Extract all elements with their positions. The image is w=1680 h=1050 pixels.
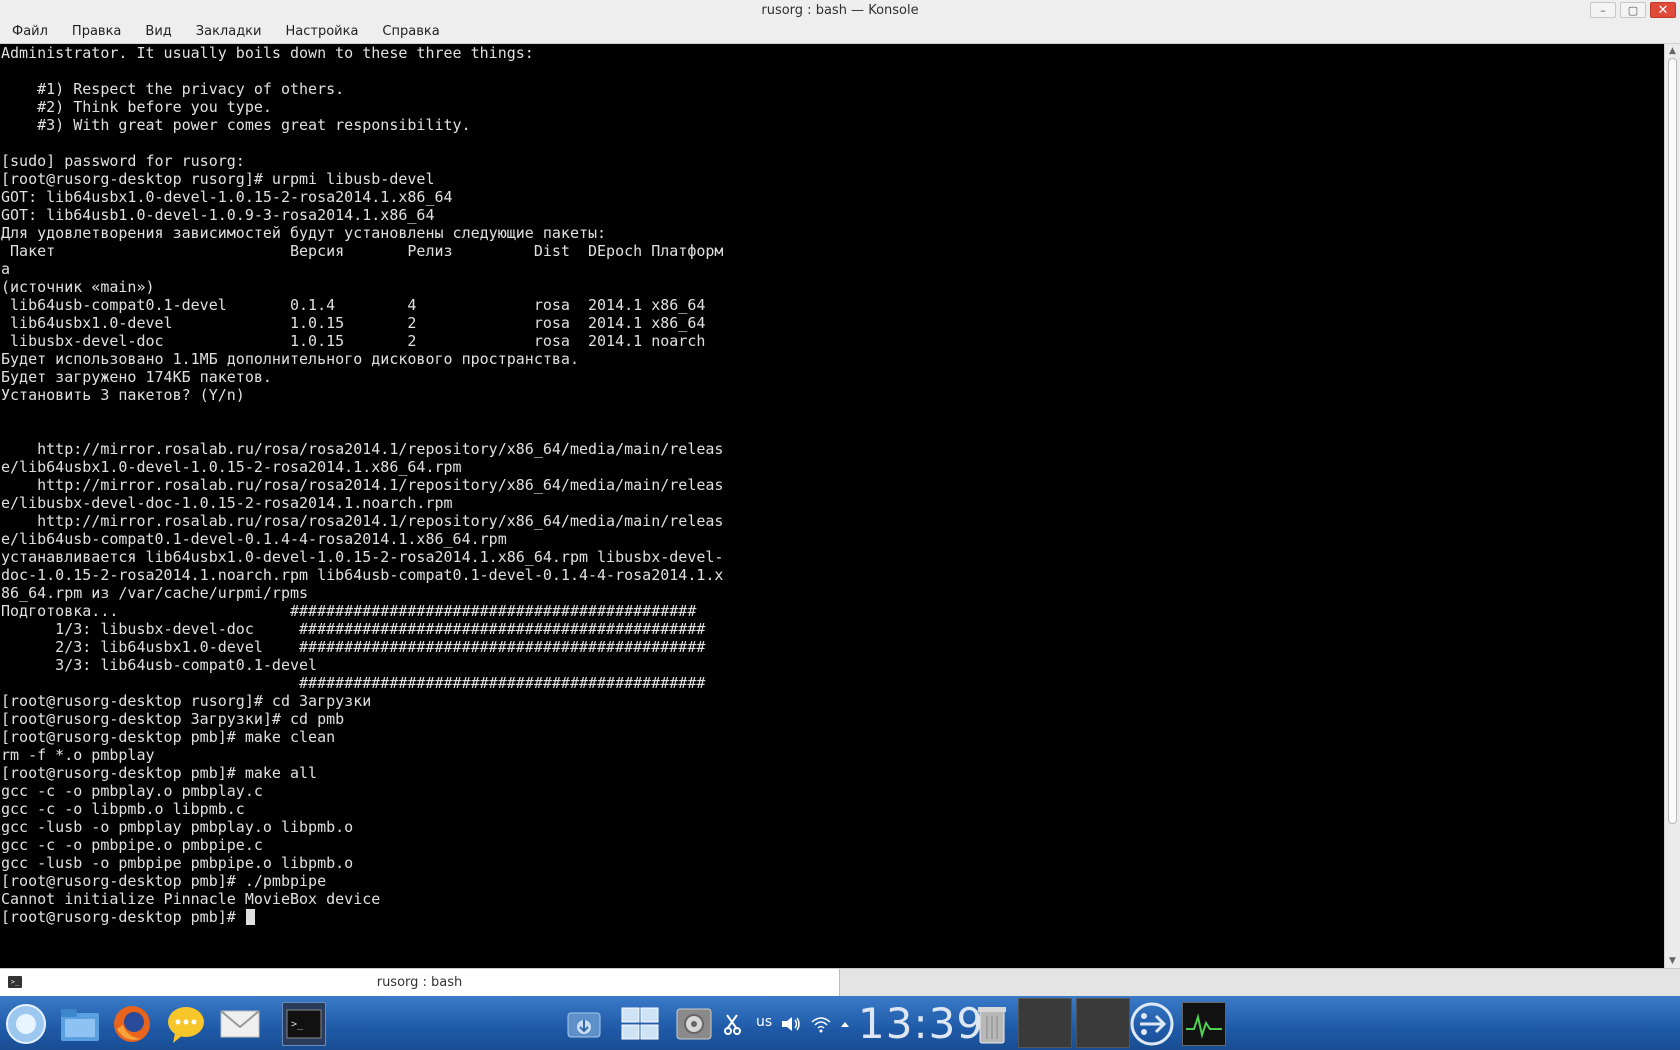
terminal-line: http://mirror.rosalab.ru/rosa/rosa2014.1… — [1, 512, 724, 530]
terminal-line: lib64usbx1.0-devel 1.0.15 2 rosa 2014.1 … — [1, 314, 706, 332]
network-icon[interactable] — [1130, 1002, 1174, 1046]
scroll-up-icon[interactable]: ▲ — [1665, 44, 1680, 58]
terminal-line: rm -f *.o pmbplay — [1, 746, 155, 764]
terminal-line: gcc -c -o libpmb.o libpmb.c — [1, 800, 245, 818]
task-window-1[interactable] — [1018, 998, 1072, 1048]
scroll-down-icon[interactable]: ▼ — [1665, 954, 1680, 968]
terminal-output[interactable]: Administrator. It usually boils down to … — [0, 44, 1664, 968]
terminal-line: libusbx-devel-doc 1.0.15 2 rosa 2014.1 n… — [1, 332, 706, 350]
session-tab-label: rusorg : bash — [376, 975, 463, 990]
session-tab-bar: >_ rusorg : bash — [0, 968, 1680, 996]
menu-bookmarks[interactable]: Закладки — [184, 24, 274, 39]
menu-settings[interactable]: Настройка — [273, 24, 370, 39]
trash-icon[interactable] — [970, 1002, 1014, 1046]
terminal-line: e/libusbx-devel-doc-1.0.15-2-rosa2014.1.… — [1, 494, 453, 512]
terminal-tab-icon: >_ — [8, 976, 22, 988]
terminal-prompt: [root@rusorg-desktop pmb]# — [1, 908, 245, 926]
download-icon[interactable] — [562, 1002, 606, 1046]
file-manager-icon[interactable] — [58, 1002, 102, 1046]
terminal-line: 3/3: lib64usb-compat0.1-devel — [1, 656, 318, 674]
terminal-line: doc-1.0.15-2-rosa2014.1.noarch.rpm lib64… — [1, 566, 724, 584]
terminal-line: lib64usb-compat0.1-devel 0.1.4 4 rosa 20… — [1, 296, 706, 314]
terminal-line: http://mirror.rosalab.ru/rosa/rosa2014.1… — [1, 440, 724, 458]
clipboard-icon[interactable] — [718, 1002, 748, 1046]
menu-view[interactable]: Вид — [133, 24, 183, 39]
terminal-line: http://mirror.rosalab.ru/rosa/rosa2014.1… — [1, 476, 724, 494]
terminal-prompt-line: [root@rusorg-desktop pmb]# — [1, 908, 1664, 926]
mail-icon[interactable] — [218, 1002, 262, 1046]
terminal-line: 1/3: libusbx-devel-doc #################… — [1, 620, 706, 638]
terminal-line: #3) With great power comes great respons… — [1, 116, 471, 134]
terminal-icon[interactable]: >_ — [282, 1002, 326, 1046]
wifi-icon[interactable] — [806, 1002, 836, 1046]
terminal-line: Будет использовано 1.1МБ дополнительного… — [1, 350, 579, 368]
terminal-line: GOT: lib64usb1.0-devel-1.0.9-3-rosa2014.… — [1, 206, 435, 224]
terminal-scrollbar[interactable]: ▲ ▼ — [1664, 44, 1680, 968]
terminal-line: Будет загружено 174КБ пакетов. — [1, 368, 272, 386]
terminal-line: [root@rusorg-desktop rusorg]# urpmi libu… — [1, 170, 435, 188]
terminal-line: Пакет Версия Релиз Dist DEpoch Платформ — [1, 242, 724, 260]
terminal-line: а — [1, 260, 11, 278]
settings-icon[interactable] — [672, 1002, 716, 1046]
terminal-line: Для удовлетворения зависимостей будут ус… — [1, 224, 607, 242]
volume-icon[interactable] — [776, 1002, 806, 1046]
svg-text:>_: >_ — [291, 1019, 304, 1030]
terminal-line: 2/3: lib64usbx1.0-devel ################… — [1, 638, 706, 656]
terminal-line: e/lib64usb-compat0.1-devel-0.1.4-4-rosa2… — [1, 530, 507, 548]
terminal-line: #2) Think before you type. — [1, 98, 272, 116]
terminal-line: gcc -c -o pmbplay.o pmbplay.c — [1, 782, 263, 800]
session-tab[interactable]: >_ rusorg : bash — [0, 969, 840, 996]
window-title: rusorg : bash — Konsole — [761, 2, 919, 18]
keyboard-layout-indicator[interactable]: us — [756, 1014, 772, 1030]
task-window-2[interactable] — [1076, 998, 1130, 1048]
window-controls: – ▢ ✕ — [1590, 0, 1676, 20]
start-menu-icon[interactable] — [4, 1002, 48, 1046]
terminal-line: Cannot initialize Pinnacle MovieBox devi… — [1, 890, 381, 908]
terminal-line: Подготовка... ##########################… — [1, 602, 697, 620]
taskbar: >_ us 13:39 — [0, 996, 1680, 1050]
firefox-icon[interactable] — [110, 1002, 154, 1046]
menu-edit[interactable]: Правка — [60, 24, 133, 39]
terminal-line: #1) Respect the privacy of others. — [1, 80, 345, 98]
terminal-line: [root@rusorg-desktop rusorg]# cd Загрузк… — [1, 692, 372, 710]
terminal-line: (источник «main») — [1, 278, 155, 296]
terminal-line: GOT: lib64usbx1.0-devel-1.0.15-2-rosa201… — [1, 188, 453, 206]
terminal-line: Administrator. It usually boils down to … — [1, 44, 534, 62]
terminal-line: [root@rusorg-desktop pmb]# make clean — [1, 728, 336, 746]
terminal-cursor — [245, 909, 255, 925]
clock[interactable]: 13:39 — [858, 996, 984, 1050]
terminal-line: [sudo] password for rusorg: — [1, 152, 245, 170]
terminal-line: ########################################… — [1, 674, 706, 692]
terminal-line: [root@rusorg-desktop Загрузки]# cd pmb — [1, 710, 345, 728]
menu-file[interactable]: Файл — [0, 24, 60, 39]
terminal-line: [root@rusorg-desktop pmb]# ./pmbpipe — [1, 872, 327, 890]
terminal-line: 86_64.rpm из /var/cache/urpmi/rpms — [1, 584, 309, 602]
window-titlebar[interactable]: rusorg : bash — Konsole – ▢ ✕ — [0, 0, 1680, 20]
system-monitor-icon[interactable] — [1182, 1002, 1226, 1046]
terminal-line: Установить 3 пакетов? (Y/n) — [1, 386, 245, 404]
terminal-text: Administrator. It usually boils down to … — [0, 44, 1664, 926]
close-button[interactable]: ✕ — [1650, 2, 1676, 18]
minimize-button[interactable]: – — [1590, 2, 1616, 18]
maximize-button[interactable]: ▢ — [1620, 2, 1646, 18]
menu-help[interactable]: Справка — [370, 24, 451, 39]
terminal-line: gcc -lusb -o pmbplay pmbplay.o libpmb.o — [1, 818, 354, 836]
terminal-line: устанавливается lib64usbx1.0-devel-1.0.1… — [1, 548, 724, 566]
window-switcher-icon[interactable] — [618, 1002, 662, 1046]
menu-bar: Файл Правка Вид Закладки Настройка Справ… — [0, 20, 1680, 44]
terminal-line: gcc -lusb -o pmbpipe pmbpipe.o libpmb.o — [1, 854, 354, 872]
terminal-line: [root@rusorg-desktop pmb]# make all — [1, 764, 318, 782]
terminal-line: gcc -c -o pmbpipe.o pmbpipe.c — [1, 836, 263, 854]
scroll-thumb[interactable] — [1668, 58, 1677, 824]
chat-icon[interactable] — [164, 1002, 208, 1046]
tray-expand-icon[interactable] — [834, 1002, 856, 1046]
terminal-line: e/lib64usbx1.0-devel-1.0.15-2-rosa2014.1… — [1, 458, 462, 476]
